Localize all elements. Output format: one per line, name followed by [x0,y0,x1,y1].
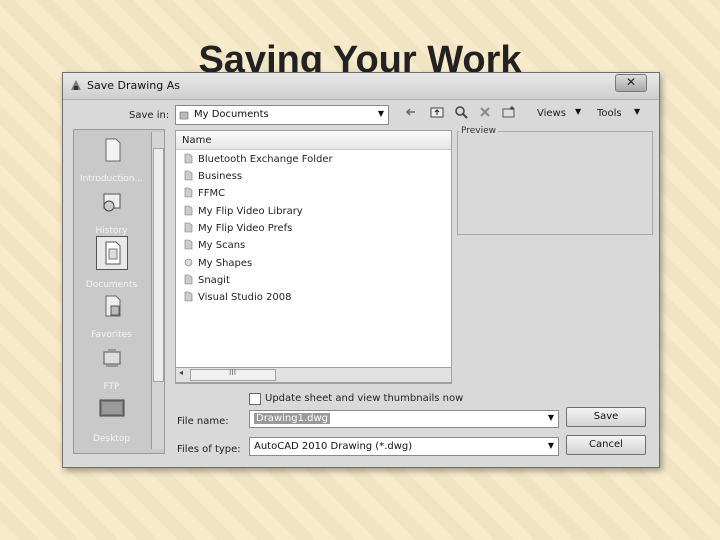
column-header-name[interactable]: Name [176,131,451,150]
list-item-name: Snagit [198,275,230,286]
list-item-name: My Flip Video Prefs [198,223,293,234]
desktop-icon [99,399,124,417]
list-item[interactable]: Snagit [184,274,230,286]
list-item[interactable]: Bluetooth Exchange Folder [184,153,333,165]
list-item-name: Bluetooth Exchange Folder [198,154,333,165]
save-in-dropdown[interactable]: My Documents ▼ [175,105,389,125]
file-name-label: File name: [177,416,229,427]
places-label: Introduction... [79,174,144,184]
search-web-icon[interactable] [453,104,469,120]
places-label: History [95,226,128,236]
file-list-hscrollbar[interactable]: ◂ III [175,367,452,383]
tools-menu[interactable]: Tools [597,108,622,119]
update-thumbnails-checkbox[interactable] [249,393,261,405]
places-item-ftp[interactable]: FTP [74,344,149,392]
save-button[interactable]: Save [566,407,646,427]
update-thumbnails-label: Update sheet and view thumbnails now [265,393,464,404]
chevron-down-icon[interactable]: ▼ [548,413,554,422]
folder-icon [184,170,193,181]
close-button[interactable]: ✕ [615,74,647,92]
list-item-name: Business [198,171,243,182]
places-item-history[interactable]: History [74,188,149,236]
chevron-down-icon: ▼ [377,109,384,118]
list-item[interactable]: FFMC [184,187,225,199]
places-label: Desktop [92,434,131,444]
places-item-favorites[interactable]: Favorites [74,292,149,340]
column-header-label: Name [182,135,212,146]
list-item[interactable]: My Flip Video Prefs [184,222,292,234]
list-item-name: My Scans [198,240,246,251]
views-chevron-down-icon[interactable]: ▼ [575,107,581,116]
new-folder-icon[interactable] [501,104,517,120]
folder-icon [184,274,193,285]
file-type-value: AutoCAD 2010 Drawing (*.dwg) [254,441,413,452]
delete-icon[interactable] [477,104,493,120]
list-item[interactable]: Business [184,170,242,182]
shapes-folder-icon [184,258,193,267]
places-label: Favorites [91,330,132,340]
folder-icon [184,291,193,302]
list-item-name: My Flip Video Library [198,206,303,217]
folder-icon [179,111,189,120]
dialog-titlebar[interactable]: Save Drawing As ✕ [63,73,659,100]
save-in-label: Save in: [129,110,170,121]
save-drawing-dialog: Save Drawing As ✕ Save in: My Documents … [62,72,660,468]
document-icon [105,138,120,162]
folder-icon [184,187,193,198]
list-item-name: FFMC [198,188,226,199]
file-name-input[interactable]: Drawing1.dwg ▼ [249,410,559,428]
file-name-value: Drawing1.dwg [254,413,330,424]
list-item[interactable]: My Scans [184,239,245,251]
file-list: Name Bluetooth Exchange Folder Business … [175,130,452,384]
favorites-icon [105,295,120,317]
cancel-button[interactable]: Cancel [566,435,646,455]
autocad-app-icon [71,80,81,90]
folder-icon [184,222,193,233]
places-item-documents[interactable]: Documents [74,236,149,290]
list-item[interactable]: Visual Studio 2008 [184,291,292,303]
places-scrollbar-thumb[interactable] [153,148,164,382]
preview-box [457,131,653,235]
back-icon[interactable] [403,104,419,120]
list-item[interactable]: My Flip Video Library [184,205,303,217]
folder-icon [184,205,193,216]
places-item-introduction[interactable]: Introduction... [74,136,149,184]
views-menu[interactable]: Views [537,108,566,119]
list-item-name: My Shapes [198,258,253,269]
scroll-grip: III [229,368,237,377]
dialog-title: Save Drawing As [87,79,180,92]
scroll-left-icon[interactable]: ◂ [179,368,183,377]
places-label: FTP [103,382,120,392]
history-icon [103,193,120,212]
folder-icon [184,153,193,164]
places-item-desktop[interactable]: Desktop [74,396,149,444]
preview-label: Preview [459,126,499,136]
places-scrollbar[interactable] [151,132,164,449]
save-in-value: My Documents [194,109,269,120]
folder-icon [184,239,193,250]
places-label: Documents [85,280,138,290]
chevron-down-icon[interactable]: ▼ [548,441,554,450]
tools-chevron-down-icon[interactable]: ▼ [634,107,640,116]
file-type-label: Files of type: [177,444,241,455]
list-item[interactable]: My Shapes [184,257,252,269]
documents-icon [95,236,128,270]
file-type-dropdown[interactable]: AutoCAD 2010 Drawing (*.dwg) ▼ [249,437,559,456]
file-list-hscroll-thumb[interactable]: III [190,368,276,381]
up-folder-icon[interactable] [429,104,445,120]
ftp-icon [103,349,120,367]
list-item-name: Visual Studio 2008 [198,292,292,303]
